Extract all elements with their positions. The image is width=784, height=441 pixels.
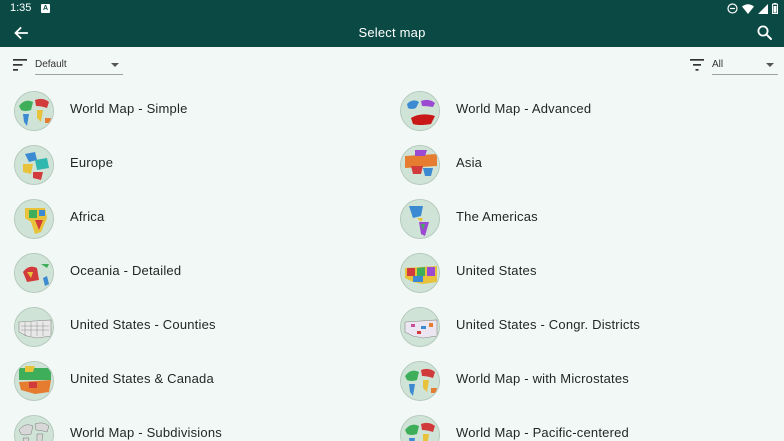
map-thumbnail-image	[15, 92, 53, 130]
map-thumbnail-image	[15, 200, 53, 238]
map-thumbnail-image	[401, 308, 439, 346]
map-label: United States - Congr. Districts	[456, 317, 641, 332]
map-thumbnail-image	[401, 146, 439, 184]
list-item[interactable]: United States & Canada	[14, 353, 400, 407]
map-label: Asia	[456, 155, 483, 170]
map-thumbnail	[400, 91, 440, 131]
map-thumbnail-image	[15, 416, 53, 441]
map-thumbnail	[400, 361, 440, 401]
list-item[interactable]: World Map - Subdivisions	[14, 407, 400, 441]
map-thumbnail	[14, 253, 54, 293]
wifi-icon	[742, 3, 754, 14]
chevron-down-icon	[111, 63, 119, 67]
map-label: United States - Counties	[70, 317, 216, 332]
map-thumbnail-image	[15, 308, 53, 346]
map-thumbnail-image	[401, 254, 439, 292]
map-label: Africa	[70, 209, 105, 224]
page-title: Select map	[358, 25, 426, 40]
sort-filter-toolbar: Default All	[0, 47, 784, 83]
status-bar: 1:35 A	[0, 0, 784, 18]
map-thumbnail	[14, 91, 54, 131]
map-thumbnail	[14, 307, 54, 347]
sort-dropdown[interactable]: Default	[35, 57, 123, 75]
map-thumbnail	[400, 253, 440, 293]
map-label: Europe	[70, 155, 114, 170]
list-item[interactable]: The Americas	[400, 191, 784, 245]
map-thumbnail-image	[15, 146, 53, 184]
battery-icon	[772, 3, 778, 14]
filter-dropdown-value: All	[712, 59, 724, 70]
search-icon	[757, 25, 772, 40]
map-thumbnail-image	[401, 362, 439, 400]
map-thumbnail	[400, 145, 440, 185]
map-label: United States	[456, 263, 537, 278]
map-thumbnail	[400, 415, 440, 441]
map-thumbnail-image	[401, 92, 439, 130]
filter-dropdown[interactable]: All	[712, 57, 778, 75]
app-bar: Select map	[0, 18, 784, 47]
map-thumbnail-image	[15, 362, 53, 400]
do-not-disturb-icon	[727, 3, 738, 14]
list-item[interactable]: World Map - Simple	[14, 83, 400, 137]
list-item[interactable]: Africa	[14, 191, 400, 245]
list-item[interactable]: United States - Congr. Districts	[400, 299, 784, 353]
map-thumbnail	[400, 199, 440, 239]
map-label: World Map - Advanced	[456, 101, 592, 116]
map-thumbnail-image	[15, 254, 53, 292]
map-label: Oceania - Detailed	[70, 263, 182, 278]
list-item[interactable]: Asia	[400, 137, 784, 191]
map-label: World Map - Pacific-centered	[456, 425, 629, 440]
list-item[interactable]: United States	[400, 245, 784, 299]
map-thumbnail-image	[401, 200, 439, 238]
map-thumbnail	[14, 199, 54, 239]
sort-dropdown-value: Default	[35, 59, 67, 70]
signal-icon	[758, 3, 768, 14]
status-time: 1:35	[10, 2, 32, 14]
sort-icon	[13, 59, 27, 71]
map-label: World Map - Simple	[70, 101, 188, 116]
list-item[interactable]: World Map - Advanced	[400, 83, 784, 137]
map-thumbnail-image	[401, 416, 439, 441]
map-label: World Map - Subdivisions	[70, 425, 222, 440]
notification-icon: A	[41, 4, 50, 13]
map-label: United States & Canada	[70, 371, 214, 386]
map-thumbnail	[14, 361, 54, 401]
map-thumbnail	[400, 307, 440, 347]
list-item[interactable]: United States - Counties	[14, 299, 400, 353]
map-thumbnail	[14, 145, 54, 185]
chevron-down-icon	[766, 63, 774, 67]
status-icons	[727, 3, 778, 14]
search-button[interactable]	[755, 23, 775, 43]
list-item[interactable]: World Map - Pacific-centered	[400, 407, 784, 441]
list-item[interactable]: World Map - with Microstates	[400, 353, 784, 407]
map-label: The Americas	[456, 209, 538, 224]
map-thumbnail	[14, 415, 54, 441]
list-item[interactable]: Europe	[14, 137, 400, 191]
list-item[interactable]: Oceania - Detailed	[14, 245, 400, 299]
map-label: World Map - with Microstates	[456, 371, 629, 386]
filter-icon	[690, 59, 704, 71]
